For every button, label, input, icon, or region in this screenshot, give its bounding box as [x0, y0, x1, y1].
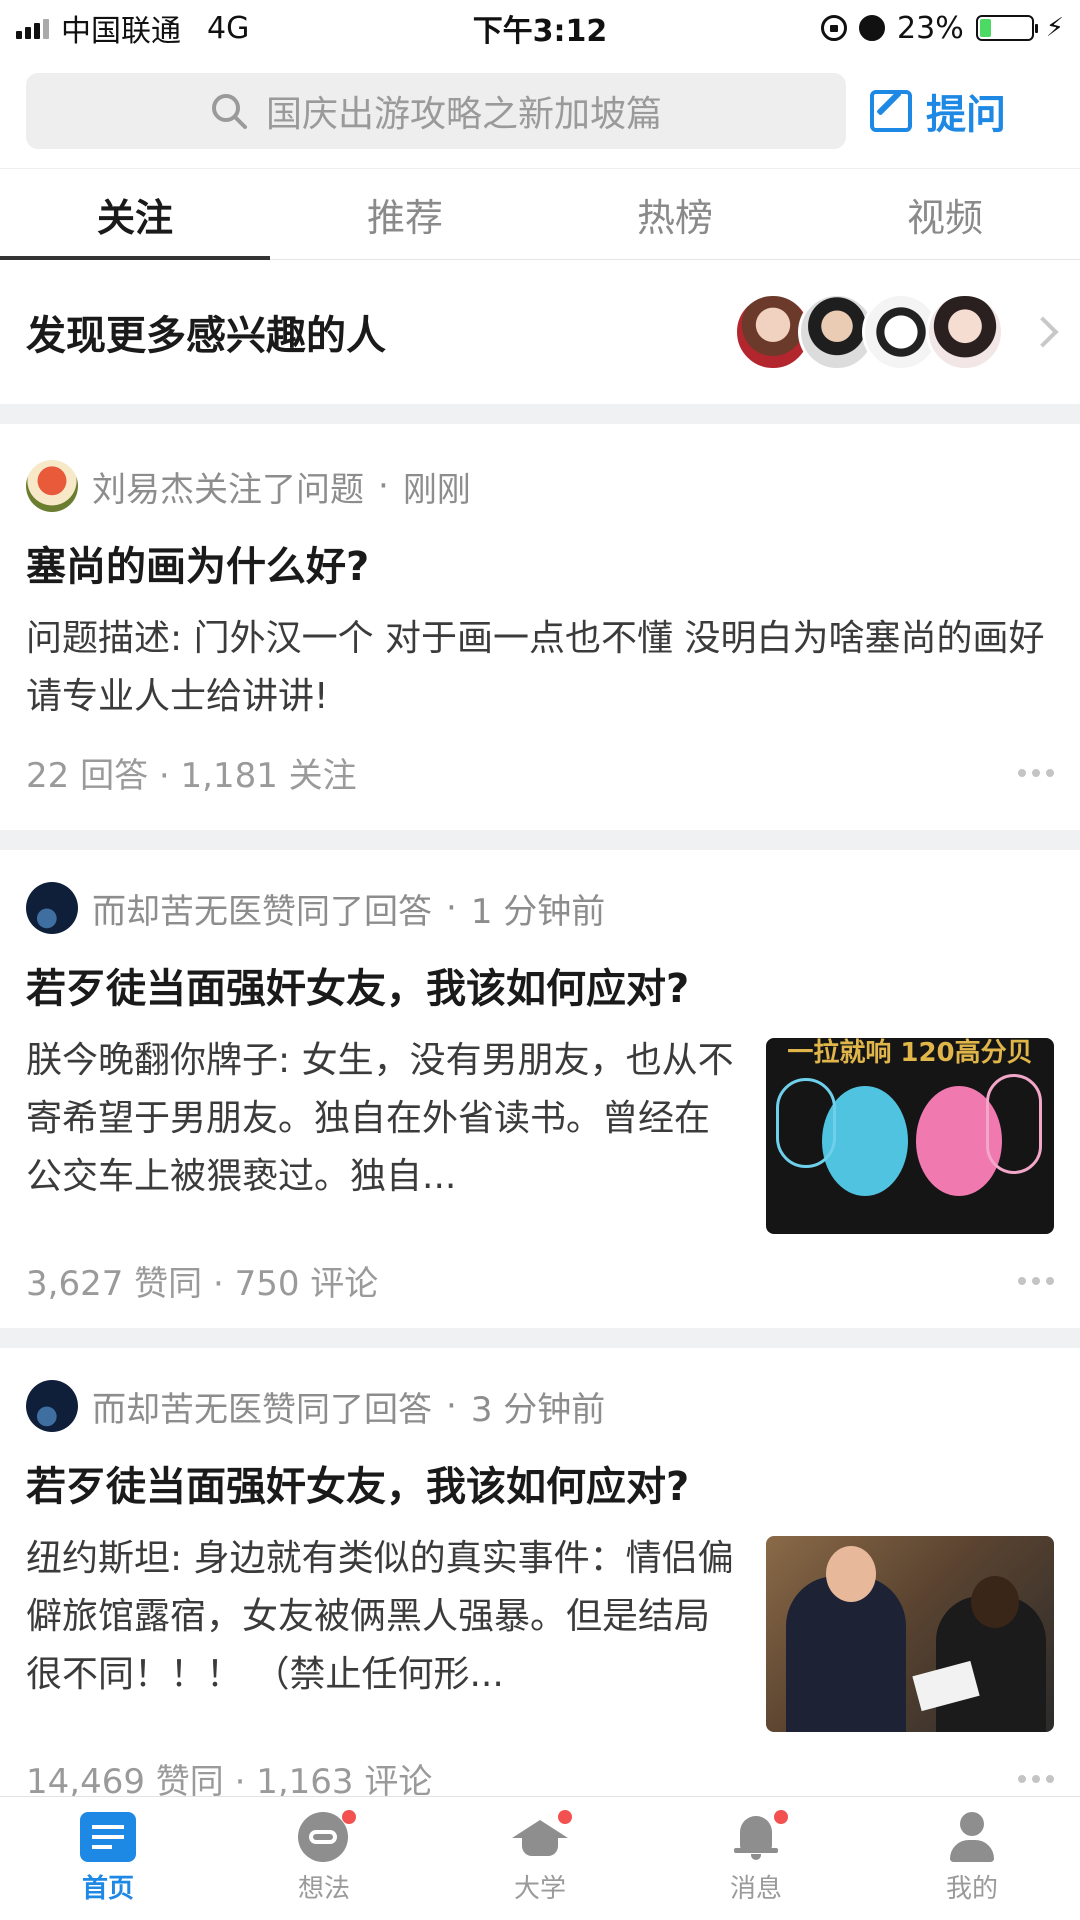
alarm-icon — [859, 15, 886, 41]
suggested-avatars — [734, 293, 1004, 371]
separator: · — [446, 888, 457, 928]
activity-time: 3 分钟前 — [470, 1389, 606, 1430]
feed-card[interactable]: 而却苦无医赞同了回答 · 3 分钟前 若歹徒当面强奸女友，我该如何应对? 纽约斯… — [0, 1378, 1080, 1803]
activity-text[interactable]: 刘易杰关注了问题 — [92, 462, 364, 511]
avatar[interactable] — [26, 1380, 78, 1432]
card-meta: 而却苦无医赞同了回答 · 3 分钟前 — [26, 1378, 1054, 1434]
divider — [0, 404, 1080, 424]
more-options-icon[interactable] — [1018, 1276, 1054, 1285]
avatar — [926, 293, 1004, 371]
lanyard — [776, 1078, 836, 1168]
ask-question-button[interactable]: 提问 — [870, 82, 1006, 140]
tab-hot-list[interactable]: 热榜 — [540, 169, 810, 259]
signal-icon — [16, 17, 49, 39]
bell-icon — [728, 1810, 788, 1862]
tab-video[interactable]: 视频 — [810, 169, 1080, 259]
lanyard — [986, 1074, 1042, 1174]
search-row: 国庆出游攻略之新加坡篇 提问 — [0, 66, 1080, 156]
nav-ideas[interactable]: 想法 — [216, 1797, 432, 1920]
status-bar: 中国联通 4G 下午3:12 23% ⚡ — [0, 0, 1080, 56]
avatar[interactable] — [26, 882, 78, 934]
nav-label: 大学 — [513, 1874, 566, 1904]
bottom-navigation: 首页 想法 大学 消息 我的 — [0, 1796, 1080, 1920]
card-meta: 刘易杰关注了问题 · 刚刚 — [26, 458, 1054, 514]
question-title[interactable]: 若歹徒当面强奸女友，我该如何应对? — [26, 962, 1054, 1016]
home-icon — [80, 1812, 136, 1862]
answer-excerpt[interactable]: 纽约斯坦: 身边就有类似的真实事件：情侣偏僻旅馆露宿，女友被俩黑人强暴。但是结局… — [26, 1530, 736, 1732]
nav-label: 首页 — [81, 1874, 134, 1904]
upvote-count: 3,627 赞同 — [26, 1264, 203, 1304]
discover-title: 发现更多感兴趣的人 — [26, 313, 386, 359]
follower-count: 1,181 关注 — [180, 756, 357, 796]
carrier-name: 中国联通 — [61, 14, 181, 49]
photo-figure — [971, 1576, 1019, 1628]
card-stats: 22 回答 · 1,181 关注 — [26, 748, 1054, 797]
activity-text[interactable]: 而却苦无医赞同了回答 — [92, 884, 432, 933]
activity-time: 刚刚 — [402, 469, 471, 510]
university-icon — [512, 1810, 572, 1862]
status-time: 下午3:12 — [472, 14, 608, 49]
nav-label: 我的 — [945, 1874, 998, 1904]
charging-icon: ⚡ — [1045, 13, 1064, 43]
card-meta: 而却苦无医赞同了回答 · 1 分钟前 — [26, 880, 1054, 936]
nav-label: 想法 — [297, 1874, 350, 1904]
ideas-icon — [296, 1810, 356, 1862]
answer-excerpt[interactable]: 朕今晚翻你牌子: 女生，没有男朋友，也从不寄希望于男朋友。独自在外省读书。曾经在… — [26, 1032, 736, 1234]
discover-people-row[interactable]: 发现更多感兴趣的人 — [0, 262, 1080, 402]
separator: · — [446, 1386, 457, 1426]
battery-percent: 23% — [897, 10, 964, 46]
rotation-lock-icon — [821, 15, 848, 41]
avatar[interactable] — [26, 460, 78, 512]
answer-thumbnail[interactable] — [766, 1536, 1054, 1732]
feed-tabs: 关注 推荐 热榜 视频 — [0, 168, 1080, 260]
question-excerpt[interactable]: 问题描述: 门外汉一个 对于画一点也不懂 没明白为啥塞尚的画好 请专业人士给讲讲… — [26, 610, 1054, 726]
network-type: 4G — [207, 10, 250, 46]
comment-count: 750 评论 — [234, 1264, 379, 1304]
more-options-icon[interactable] — [1018, 768, 1054, 777]
battery-icon — [975, 15, 1038, 41]
answer-thumbnail[interactable]: 一拉就响 120高分贝 — [766, 1038, 1054, 1234]
question-title[interactable]: 塞尚的画为什么好? — [26, 540, 1054, 594]
search-input[interactable]: 国庆出游攻略之新加坡篇 — [26, 73, 846, 149]
feed-card[interactable]: 而却苦无医赞同了回答 · 1 分钟前 若歹徒当面强奸女友，我该如何应对? 朕今晚… — [0, 880, 1080, 1305]
edit-icon — [870, 90, 912, 132]
nav-label: 消息 — [729, 1874, 782, 1904]
search-icon — [211, 94, 247, 129]
tab-following[interactable]: 关注 — [0, 169, 270, 260]
nav-messages[interactable]: 消息 — [648, 1797, 864, 1920]
more-options-icon[interactable] — [1018, 1774, 1054, 1783]
separator: · — [378, 466, 389, 506]
activity-time: 1 分钟前 — [470, 891, 606, 932]
tab-recommended[interactable]: 推荐 — [270, 169, 540, 259]
photo-figure — [826, 1546, 876, 1602]
question-title[interactable]: 若歹徒当面强奸女友，我该如何应对? — [26, 1460, 1054, 1514]
divider — [0, 830, 1080, 850]
nav-profile[interactable]: 我的 — [864, 1797, 1080, 1920]
activity-text[interactable]: 而却苦无医赞同了回答 — [92, 1382, 432, 1431]
nav-home[interactable]: 首页 — [0, 1797, 216, 1920]
feed-card[interactable]: 刘易杰关注了问题 · 刚刚 塞尚的画为什么好? 问题描述: 门外汉一个 对于画一… — [0, 458, 1080, 797]
card-stats: 3,627 赞同 · 750 评论 — [26, 1256, 1054, 1305]
ask-label: 提问 — [926, 92, 1006, 138]
profile-icon — [944, 1812, 1000, 1862]
divider — [0, 1328, 1080, 1348]
thumbnail-caption: 一拉就响 120高分贝 — [787, 1038, 1033, 1068]
search-placeholder: 国庆出游攻略之新加坡篇 — [265, 94, 662, 135]
nav-university[interactable]: 大学 — [432, 1797, 648, 1920]
answer-count: 22 回答 — [26, 756, 149, 796]
chevron-right-icon — [1027, 316, 1059, 348]
